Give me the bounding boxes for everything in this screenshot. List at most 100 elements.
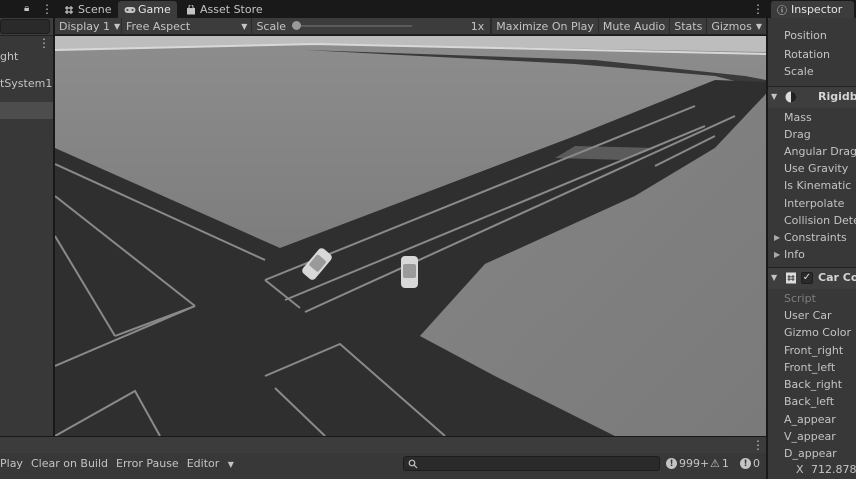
- maximize-on-play-toggle[interactable]: Maximize On Play: [491, 17, 599, 35]
- inspector-header: ⓘ Inspector: [768, 0, 856, 18]
- store-bag-icon: [186, 3, 196, 15]
- scale-slider-track: [292, 25, 413, 27]
- rigidbody-prop: Is Kinematic: [784, 179, 852, 192]
- clear-on-play-toggle[interactable]: Play: [0, 457, 28, 470]
- car-controller-title: Car Cor: [818, 271, 856, 284]
- foldout-arrow-icon: ▼: [771, 273, 778, 282]
- mute-audio-toggle[interactable]: Mute Audio: [599, 17, 671, 35]
- script-icon: [786, 272, 796, 284]
- console-header: ⋮: [0, 437, 766, 453]
- foldout-arrow-icon[interactable]: ▶: [774, 233, 780, 242]
- transform-rotation-label: Rotation: [784, 48, 831, 61]
- rigidbody-component-header[interactable]: ▼ Rigidbo: [768, 86, 856, 108]
- console-toolbar: Play Clear on Build Error Pause Editor ▼: [0, 455, 244, 472]
- stats-label: Stats: [674, 19, 703, 33]
- info-icon: !: [666, 458, 677, 469]
- transform-position-label: Position: [784, 29, 827, 42]
- car-white-right: [401, 256, 418, 288]
- search-icon: [408, 459, 418, 469]
- car-prop: D_appear: [784, 447, 837, 460]
- transform-scale-label: Scale: [784, 65, 814, 78]
- scale-value: 1x: [470, 19, 485, 33]
- warning-icon: ⚠: [710, 457, 720, 470]
- game-view-menu-icon[interactable]: ⋮: [752, 3, 764, 15]
- scale-slider[interactable]: [292, 21, 413, 31]
- console-panel: ⋮ Play Clear on Build Error Pause Editor…: [0, 436, 766, 479]
- game-scene-render: [55, 36, 766, 436]
- foldout-arrow-icon[interactable]: ▶: [774, 250, 780, 259]
- error-pause-toggle[interactable]: Error Pause: [113, 457, 184, 470]
- game-view-toolbar: Display 1 ▼ Free Aspect ▼ Scale 1x Maxim…: [55, 17, 766, 35]
- tab-game[interactable]: Game: [118, 1, 177, 18]
- aspect-dropdown[interactable]: Free Aspect ▼: [122, 17, 253, 35]
- editor-label: Editor: [186, 457, 220, 470]
- caret-down-icon: ▼: [755, 21, 762, 31]
- hierarchy-options-icon[interactable]: ⋮: [38, 37, 50, 49]
- game-viewport[interactable]: [55, 36, 766, 436]
- caret-down-icon: ▼: [227, 460, 234, 469]
- scale-slider-thumb[interactable]: [292, 21, 302, 30]
- x-label: X: [796, 463, 804, 476]
- car-prop: V_appear: [784, 430, 836, 443]
- car-prop: Back_right: [784, 378, 843, 391]
- caret-down-icon: ▼: [241, 21, 248, 31]
- foldout-arrow-icon: ▼: [771, 92, 778, 101]
- tab-asset-store[interactable]: Asset Store: [180, 1, 269, 18]
- aspect-label: Free Aspect: [126, 19, 191, 33]
- hierarchy-menu-icon[interactable]: ⋮: [41, 3, 53, 15]
- hierarchy-search-input[interactable]: [0, 19, 50, 34]
- hierarchy-item-label: tSystem1: [0, 77, 53, 90]
- gizmos-dropdown[interactable]: Gizmos ▼: [707, 18, 766, 35]
- hierarchy-item-selected[interactable]: [0, 102, 53, 119]
- log-count: 999+: [679, 457, 710, 470]
- car-prop: Front_left: [784, 361, 836, 374]
- rigidbody-prop: Angular Drag: [784, 145, 856, 158]
- info-foldout[interactable]: Info: [784, 246, 805, 263]
- hierarchy-item[interactable]: ght: [0, 48, 18, 65]
- hierarchy-panel: ⋮ ght tSystem1: [0, 18, 54, 436]
- gamepad-icon: [124, 5, 136, 15]
- inspector-panel: ⓘ Inspector Position Rotation Scale ▼ Ri…: [767, 0, 856, 479]
- scale-label: Scale: [256, 19, 287, 33]
- car-prop: Front_right: [784, 344, 844, 357]
- car-prop-script: Script: [784, 292, 816, 305]
- stats-toggle[interactable]: Stats: [670, 17, 708, 35]
- rigidbody-prop: Use Gravity: [784, 162, 849, 175]
- hash-icon: [64, 5, 74, 15]
- display-dropdown[interactable]: Display 1 ▼: [55, 17, 122, 35]
- tab-label: Asset Store: [200, 3, 263, 16]
- rigidbody-prop: Interpolate: [784, 197, 845, 210]
- car-prop: A_appear: [784, 413, 836, 426]
- caret-down-icon: ▼: [114, 21, 121, 31]
- editor-tab-bar: 🔒︎ ⋮ Scene Game Asset Store ⋮: [0, 0, 766, 18]
- tab-label: Scene: [78, 3, 112, 16]
- constraints-foldout[interactable]: Constraints: [784, 229, 847, 246]
- scale-control: Scale 1x: [252, 17, 492, 35]
- car-prop: Back_left: [784, 395, 835, 408]
- info-icon: ⓘ: [777, 6, 787, 17]
- error-count: 0: [753, 457, 760, 470]
- rigidbody-prop: Drag: [784, 128, 811, 141]
- maximize-label: Maximize On Play: [496, 19, 594, 33]
- x-coordinate-field[interactable]: X 712.8785: [796, 462, 856, 478]
- hierarchy-item[interactable]: tSystem1: [0, 75, 52, 92]
- editor-dropdown[interactable]: Editor ▼: [184, 457, 244, 470]
- enabled-checkbox[interactable]: ✓: [801, 272, 813, 284]
- clear-on-build-toggle[interactable]: Clear on Build: [28, 457, 113, 470]
- tab-inspector[interactable]: ⓘ Inspector: [771, 1, 854, 18]
- warning-count-toggle[interactable]: ⚠ 1: [710, 455, 729, 472]
- log-count-toggle[interactable]: ! 999+: [666, 455, 709, 472]
- error-count-toggle[interactable]: ! 0: [740, 455, 760, 472]
- car-prop: Gizmo Color: [784, 326, 852, 339]
- mute-label: Mute Audio: [602, 19, 666, 33]
- error-icon: !: [740, 458, 751, 469]
- hierarchy-toolbar: [0, 18, 53, 36]
- x-value: 712.8785: [811, 463, 856, 476]
- display-label: Display 1: [59, 19, 111, 33]
- car-controller-component-header[interactable]: ▼ ✓ Car Cor: [768, 267, 856, 289]
- tab-label: Game: [138, 3, 171, 16]
- lock-icon[interactable]: 🔒︎: [24, 3, 29, 14]
- console-menu-icon[interactable]: ⋮: [752, 439, 764, 451]
- console-search-input[interactable]: [403, 456, 660, 471]
- tab-scene[interactable]: Scene: [58, 1, 118, 18]
